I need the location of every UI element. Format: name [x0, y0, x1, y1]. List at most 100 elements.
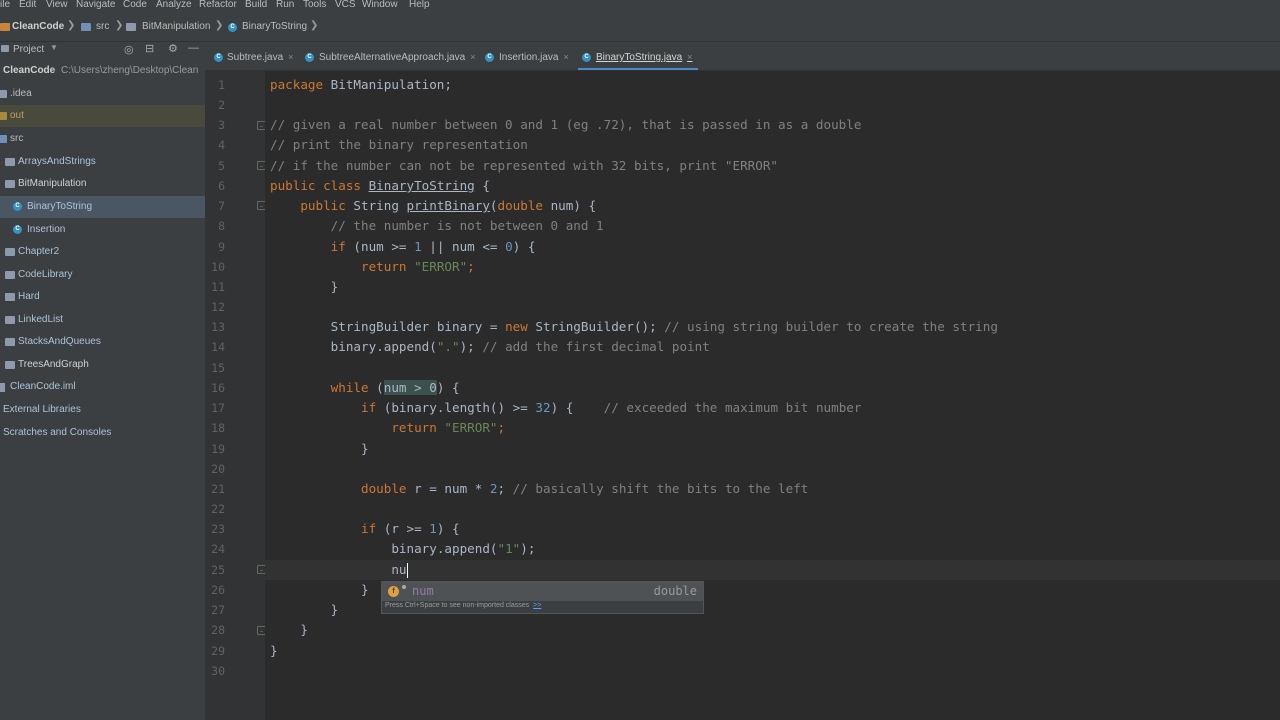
package-icon	[5, 158, 15, 166]
line-number: 21	[211, 482, 225, 496]
menu-refactor[interactable]: Refactor	[199, 0, 237, 11]
tree-item-treesandgraph[interactable]: TreesAndGraph	[0, 354, 205, 376]
hide-panel-icon[interactable]: —	[188, 42, 199, 54]
code-line: return "ERROR";	[361, 259, 475, 274]
menu-help[interactable]: Help	[409, 0, 430, 11]
menu-build[interactable]: Build	[245, 0, 267, 11]
menu-analyze[interactable]: Analyze	[156, 0, 192, 11]
tree-item-scratches[interactable]: Scratches and Consoles	[0, 422, 205, 444]
menu-edit[interactable]: Edit	[19, 0, 36, 11]
code-line: package BitManipulation;	[270, 77, 452, 92]
tab-subtree[interactable]: Subtree.java ×	[227, 51, 293, 64]
chevron-right-icon: ❯	[67, 20, 76, 31]
locate-icon[interactable]: ◎	[124, 43, 134, 56]
class-icon: C	[485, 53, 494, 62]
tree-item-label: BinaryToString	[27, 201, 93, 212]
tree-item-idea[interactable]: .idea	[0, 83, 205, 105]
autocomplete-hint: Press Ctrl+Space to see non-imported cla…	[385, 602, 541, 609]
menu-code[interactable]: Code	[123, 0, 147, 11]
code-line: if (num >= 1 || num <= 0) {	[330, 239, 536, 254]
autocomplete-suggestion: num	[412, 584, 434, 598]
project-view-selector[interactable]: Project	[13, 44, 44, 56]
line-number: 16	[211, 381, 225, 395]
chevron-down-icon[interactable]: ▼	[50, 43, 58, 52]
tree-item-root[interactable]: CleanCode C:\Users\zheng\Desktop\Clean	[0, 60, 205, 82]
breadcrumb-file[interactable]: BinaryToString	[242, 21, 307, 33]
collapse-all-icon[interactable]: ⊟	[145, 42, 154, 55]
folder-icon	[0, 112, 7, 120]
tree-item-arraysandstrings[interactable]: ArraysAndStrings	[0, 151, 205, 173]
code-line: }	[300, 622, 308, 637]
line-number: 19	[211, 442, 225, 456]
class-icon: C	[214, 53, 223, 62]
code-line: if (r >= 1) {	[361, 521, 460, 536]
tree-item-codelibrary[interactable]: CodeLibrary	[0, 264, 205, 286]
tab-label: Subtree.java	[227, 52, 284, 63]
menu-bar: ile Edit View Navigate Code Analyze Refa…	[0, 0, 1280, 11]
tree-item-chapter2[interactable]: Chapter2	[0, 241, 205, 263]
chevron-right-icon: ❯	[215, 20, 224, 31]
line-number: 9	[218, 240, 225, 254]
line-number: 3	[218, 118, 225, 132]
menu-run[interactable]: Run	[276, 0, 294, 11]
tree-item-bitmanipulation[interactable]: BitManipulation	[0, 173, 205, 195]
project-panel-header: Project ▼ ◎ ⊟ ⚙ —	[0, 42, 205, 58]
line-number-gutter: 1 2 3 4 5 6 7 8 9 10 11 12 13 14 15 16 1…	[205, 71, 266, 720]
menu-window[interactable]: Window	[362, 0, 398, 11]
close-icon[interactable]: ×	[470, 52, 475, 62]
code-line: // if the number can not be represented …	[270, 158, 778, 173]
tab-binarytostring[interactable]: BinaryToString.java ×	[596, 51, 692, 64]
breadcrumb-src[interactable]: src	[96, 21, 109, 33]
chevron-right-icon: ❯	[115, 20, 124, 31]
tab-subtreealternativeapproach[interactable]: SubtreeAlternativeApproach.java ×	[319, 51, 475, 64]
tree-item-label: Scratches and Consoles	[3, 427, 112, 438]
code-line: binary.append("1");	[391, 541, 536, 556]
line-number: 1	[218, 78, 225, 92]
line-number: 11	[211, 280, 225, 294]
active-tab-indicator	[578, 68, 698, 70]
autocomplete-item[interactable]: f num double	[382, 582, 703, 601]
hint-text: Press Ctrl+Space to see non-imported cla…	[385, 602, 530, 609]
line-number: 22	[211, 502, 225, 516]
line-number: 28	[211, 623, 225, 637]
tree-item-hard[interactable]: Hard	[0, 286, 205, 308]
line-number: 6	[218, 179, 225, 193]
tree-item-stacksandqueues[interactable]: StacksAndQueues	[0, 331, 205, 353]
tree-item-src[interactable]: src	[0, 128, 205, 150]
menu-tools[interactable]: Tools	[303, 0, 326, 11]
close-icon[interactable]: ×	[687, 52, 692, 62]
gear-icon[interactable]: ⚙	[168, 42, 178, 55]
menu-view[interactable]: View	[46, 0, 68, 11]
line-number: 12	[211, 300, 225, 314]
close-icon[interactable]: ×	[288, 52, 293, 62]
code-editor[interactable]: package BitManipulation; // given a real…	[265, 71, 1280, 720]
close-icon[interactable]: ×	[563, 52, 568, 62]
code-line: // given a real number between 0 and 1 (…	[270, 117, 862, 132]
class-icon: C	[305, 53, 314, 62]
tree-item-external-libraries[interactable]: External Libraries	[0, 399, 205, 421]
tree-item-linkedlist[interactable]: LinkedList	[0, 309, 205, 331]
line-number: 24	[211, 542, 225, 556]
tree-item-insertion[interactable]: C Insertion	[0, 219, 205, 241]
tree-item-cleancode-iml[interactable]: CleanCode.iml	[0, 376, 205, 398]
menu-navigate[interactable]: Navigate	[76, 0, 115, 11]
tree-item-binarytostring[interactable]: C BinaryToString	[0, 196, 205, 218]
current-line-highlight	[265, 560, 1280, 580]
line-number: 20	[211, 462, 225, 476]
tree-item-label: Chapter2	[18, 246, 60, 257]
breadcrumb: CleanCode ❯ src ❯ BitManipulation ❯ C Bi…	[0, 11, 1280, 42]
breadcrumb-project[interactable]: CleanCode	[12, 21, 64, 33]
autocomplete-popup: f num double Press Ctrl+Space to see non…	[381, 581, 704, 614]
breadcrumb-package[interactable]: BitManipulation	[142, 21, 210, 33]
code-line: }	[361, 582, 369, 597]
menu-vcs[interactable]: VCS	[335, 0, 356, 11]
code-line: nu	[391, 562, 408, 578]
code-line: StringBuilder binary = new StringBuilder…	[330, 319, 998, 334]
class-icon: C	[13, 225, 22, 234]
tab-label: Insertion.java	[499, 52, 559, 63]
hint-link[interactable]: >>	[533, 602, 541, 609]
menu-file[interactable]: ile	[0, 0, 10, 11]
tree-item-out[interactable]: out	[0, 105, 205, 127]
tab-insertion[interactable]: Insertion.java ×	[499, 51, 569, 64]
tree-item-label: StacksAndQueues	[18, 336, 101, 347]
